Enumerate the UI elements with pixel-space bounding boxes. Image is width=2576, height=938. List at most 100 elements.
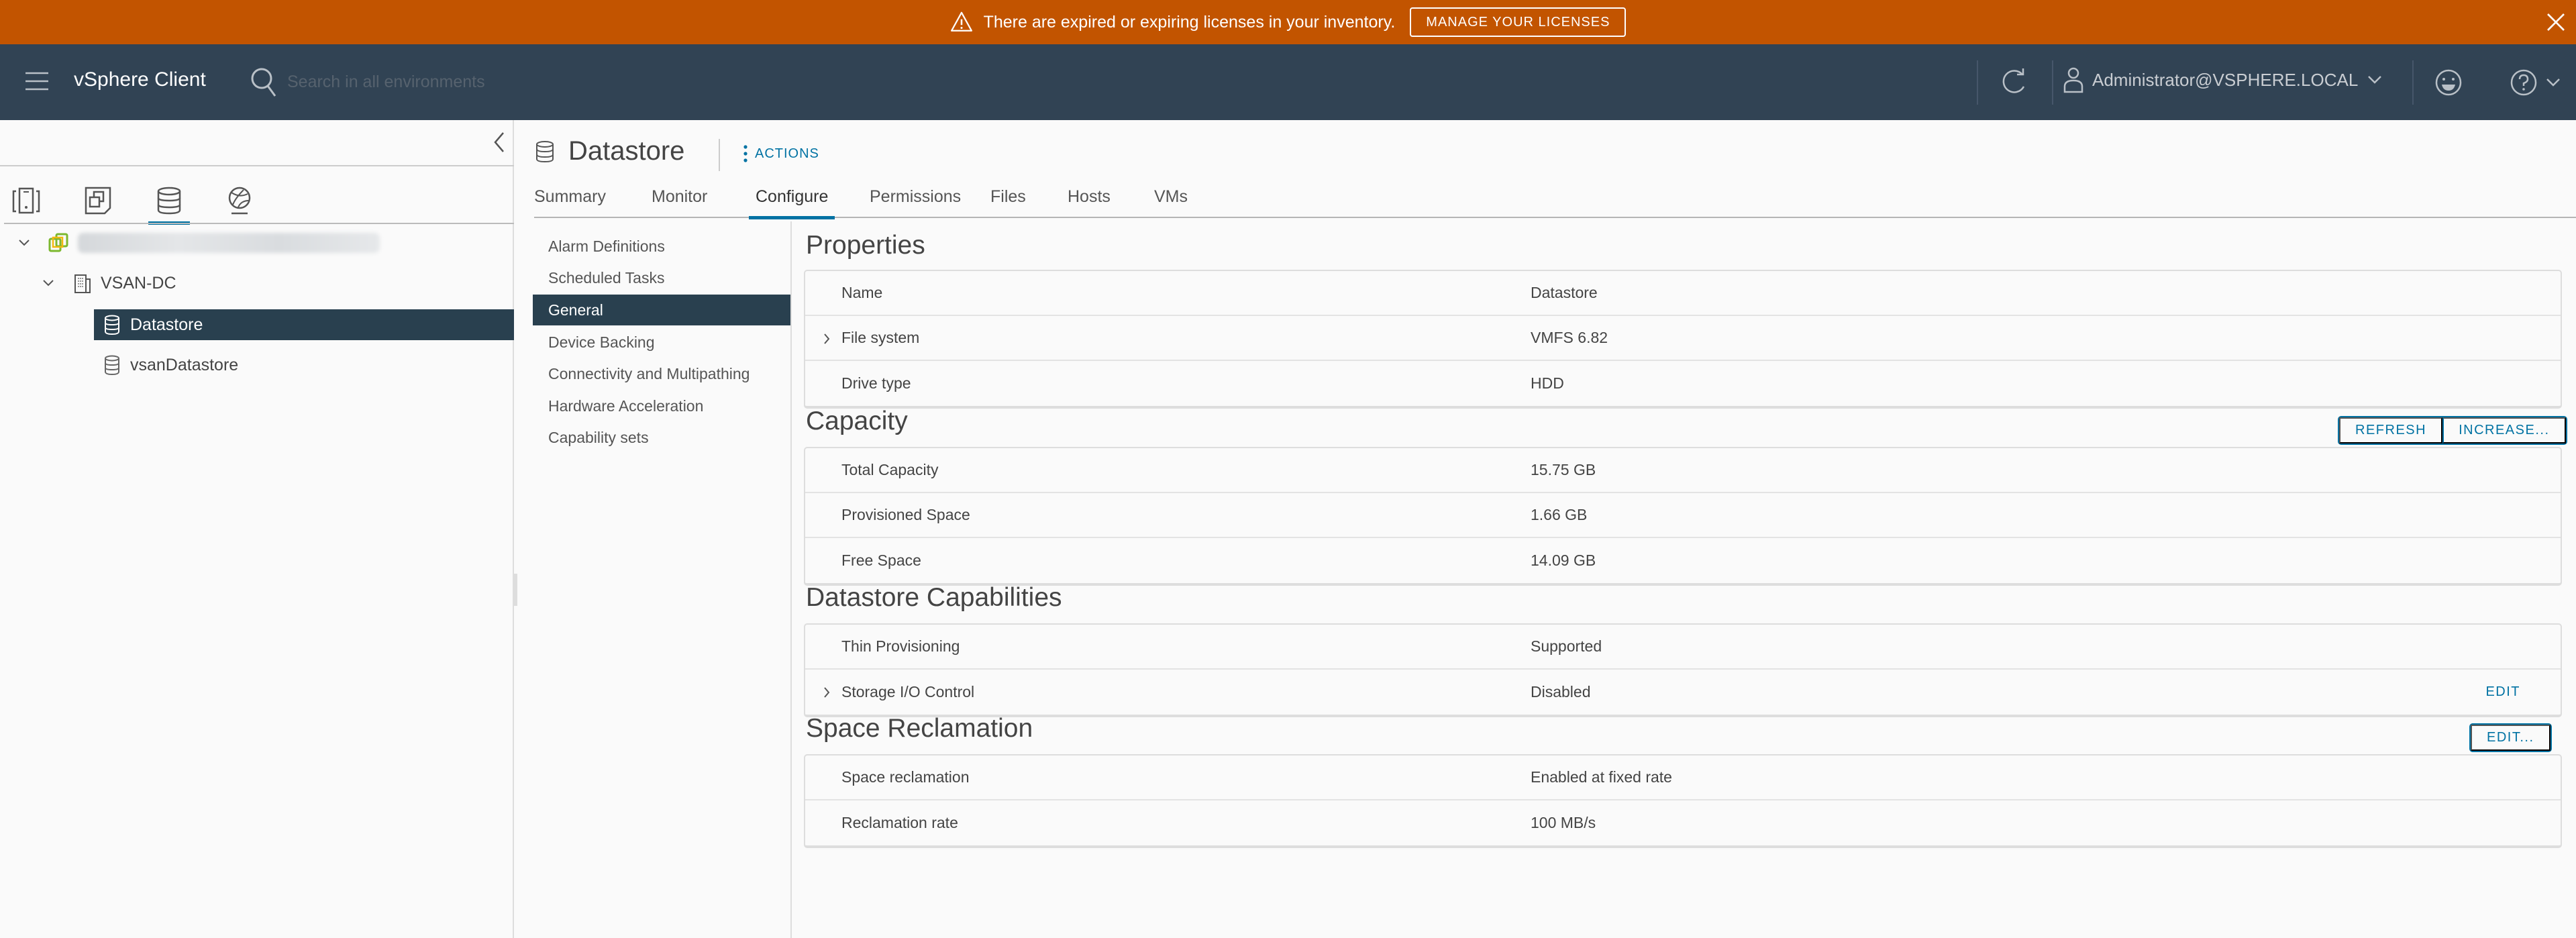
property-row: Reclamation rate 100 MB/s: [805, 800, 2561, 845]
chevron-right-icon[interactable]: [823, 686, 831, 699]
property-value: 100 MB/s: [1531, 814, 1596, 831]
networking-icon: [228, 187, 251, 215]
tab-networking[interactable]: [219, 180, 260, 225]
actions-menu-button[interactable]: ACTIONS: [743, 144, 819, 163]
divider: [719, 139, 720, 171]
configure-nav-general[interactable]: General: [533, 295, 790, 325]
chevron-down-icon[interactable]: [42, 278, 55, 288]
license-banner: There are expired or expiring licenses i…: [0, 0, 2576, 44]
edit-reclamation-button[interactable]: EDIT...: [2471, 725, 2551, 751]
chevron-right-icon[interactable]: [823, 332, 831, 346]
datastore-icon: [105, 315, 119, 335]
configure-nav-hardware-acceleration[interactable]: Hardware Acceleration: [533, 390, 790, 421]
header-divider: [2412, 60, 2414, 105]
search-icon[interactable]: [250, 66, 279, 99]
capabilities-card: Thin Provisioning Supported Storage I/O …: [804, 623, 2562, 717]
datastore-icon: [536, 140, 554, 162]
tab-summary[interactable]: Summary: [534, 185, 606, 218]
app-title: vSphere Client: [74, 68, 206, 91]
tree-node-label: vsanDatastore: [130, 355, 239, 374]
property-label: Thin Provisioning: [841, 637, 960, 655]
tab-vms[interactable]: VMs: [1154, 185, 1188, 218]
section-title-reclamation: Space Reclamation: [806, 714, 1033, 743]
property-value: 15.75 GB: [1531, 461, 1596, 478]
app-header: vSphere Client Administrator@VSPHERE.LOC…: [0, 44, 2576, 120]
property-label: Free Space: [841, 552, 921, 569]
feedback-smile-icon[interactable]: [2434, 68, 2463, 97]
datacenter-icon: [74, 274, 91, 293]
section-title-capacity: Capacity: [806, 407, 908, 435]
header-divider: [2052, 60, 2053, 105]
reclamation-actions: EDIT...: [2469, 723, 2552, 752]
tab-files[interactable]: Files: [990, 185, 1026, 218]
edit-storage-io-control-button[interactable]: EDIT: [2485, 684, 2520, 700]
property-value: 1.66 GB: [1531, 506, 1588, 523]
reclamation-card: Space reclamation Enabled at fixed rate …: [804, 754, 2562, 848]
close-icon[interactable]: [2545, 11, 2567, 33]
property-value: Enabled at fixed rate: [1531, 768, 1672, 786]
property-row[interactable]: File system VMFS 6.82: [805, 316, 2561, 361]
property-row[interactable]: Storage I/O Control Disabled EDIT: [805, 670, 2561, 715]
tree-node-vcenter[interactable]: [0, 227, 514, 258]
tab-permissions[interactable]: Permissions: [870, 185, 961, 218]
tab-monitor[interactable]: Monitor: [652, 185, 707, 218]
help-icon[interactable]: [2510, 68, 2538, 97]
property-label: Reclamation rate: [841, 814, 958, 831]
configure-nav-capability-sets[interactable]: Capability sets: [533, 422, 790, 453]
chevron-down-icon[interactable]: [2546, 78, 2561, 87]
tree-node-datacenter[interactable]: VSAN-DC: [0, 268, 514, 299]
tab-storage[interactable]: [148, 180, 190, 225]
user-name: Administrator@VSPHERE.LOCAL: [2092, 69, 2359, 90]
menu-icon[interactable]: [24, 71, 50, 91]
property-row: Name Datastore: [805, 271, 2561, 316]
banner-message: There are expired or expiring licenses i…: [983, 12, 1396, 32]
refresh-icon[interactable]: [2000, 68, 2029, 97]
inventory-navigator: VSAN-DC Datastore vsanDatastore: [0, 120, 514, 938]
search-input[interactable]: [287, 66, 824, 98]
property-label: Drive type: [841, 374, 911, 392]
tab-hosts-clusters[interactable]: [5, 180, 47, 225]
tab-configure[interactable]: Configure: [748, 185, 835, 219]
storage-icon: [157, 187, 181, 215]
section-title-properties: Properties: [806, 231, 925, 260]
datastore-icon: [105, 355, 119, 376]
configure-nav-connectivity[interactable]: Connectivity and Multipathing: [533, 358, 790, 389]
property-label: Total Capacity: [841, 461, 939, 478]
object-title: Datastore: [568, 136, 685, 166]
capacity-card: Total Capacity 15.75 GB Provisioned Spac…: [804, 447, 2562, 586]
tree-node-vsandatastore[interactable]: vsanDatastore: [94, 350, 514, 380]
refresh-button[interactable]: REFRESH: [2339, 417, 2443, 444]
vcenter-icon: [48, 233, 68, 252]
property-row: Space reclamation Enabled at fixed rate: [805, 755, 2561, 800]
tree-node-label: Datastore: [130, 315, 203, 334]
properties-card: Name Datastore File system VMFS 6.82 Dri…: [804, 270, 2562, 409]
section-title-capabilities: Datastore Capabilities: [806, 583, 1062, 612]
property-label: File system: [841, 329, 920, 346]
main-content: Datastore ACTIONS Summary Monitor Config…: [517, 120, 2576, 938]
configure-nav-alarm-definitions[interactable]: Alarm Definitions: [533, 231, 790, 262]
property-value: HDD: [1531, 374, 1564, 392]
property-label: Storage I/O Control: [841, 683, 975, 700]
user-icon: [2063, 67, 2083, 93]
property-value: 14.09 GB: [1531, 552, 1596, 569]
hosts-clusters-icon: [12, 187, 40, 214]
collapse-panel-icon[interactable]: [493, 131, 506, 154]
warning-icon: [950, 11, 972, 32]
increase-button[interactable]: INCREASE...: [2442, 417, 2566, 444]
vcenter-hostname-blurred: [78, 233, 380, 253]
header-divider: [1977, 60, 1978, 105]
manage-licenses-button[interactable]: MANAGE YOUR LICENSES: [1410, 7, 1627, 37]
tree-node-label: VSAN-DC: [101, 273, 176, 293]
divider: [4, 223, 514, 224]
property-row: Thin Provisioning Supported: [805, 625, 2561, 670]
property-row: Provisioned Space 1.66 GB: [805, 493, 2561, 538]
tab-vms-templates[interactable]: [77, 180, 119, 225]
configure-nav-device-backing[interactable]: Device Backing: [533, 327, 790, 358]
property-row: Free Space 14.09 GB: [805, 538, 2561, 583]
property-row: Total Capacity 15.75 GB: [805, 448, 2561, 493]
configure-nav-scheduled-tasks[interactable]: Scheduled Tasks: [533, 262, 790, 293]
chevron-down-icon[interactable]: [17, 238, 31, 248]
tab-hosts[interactable]: Hosts: [1068, 185, 1111, 218]
tree-node-datastore[interactable]: Datastore: [94, 309, 514, 340]
user-menu[interactable]: Administrator@VSPHERE.LOCAL: [2063, 66, 2382, 93]
